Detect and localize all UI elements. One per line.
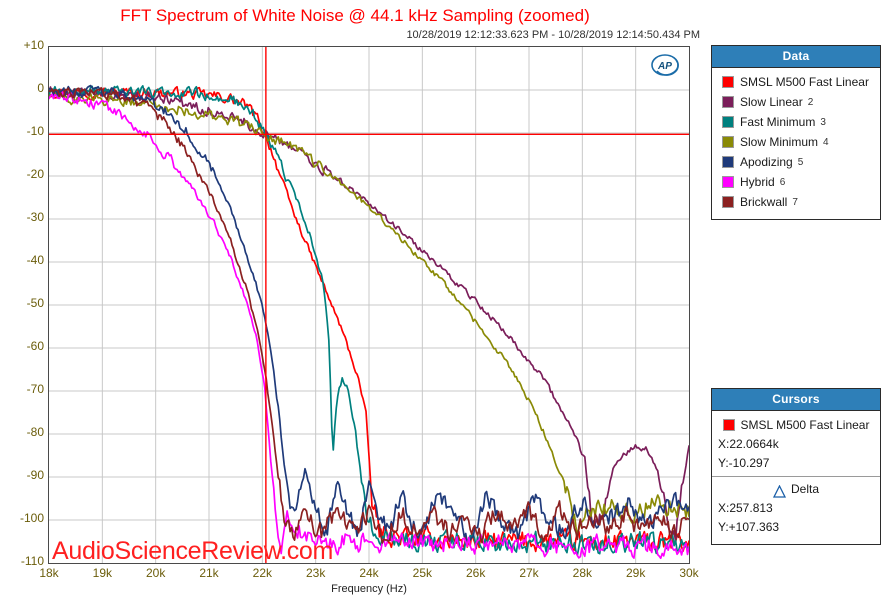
legend-list[interactable]: SMSL M500 Fast Linear Slow Linear 2 Fast Mi… [712, 68, 880, 217]
legend-color-swatch [722, 76, 734, 88]
chart-subtitle: 10/28/2019 12:12:33.623 PM - 10/28/2019 … [406, 29, 700, 41]
x-axis-title: Frequency (Hz) [331, 583, 407, 595]
x-tick-label: 27k [519, 566, 539, 580]
legend-item-number: 3 [820, 116, 826, 128]
legend-item-number: 7 [792, 196, 798, 208]
x-tick-label: 30k [679, 566, 699, 580]
y-axis-ticks: +10 0 -10 -20 -30 -40 -50 -60 -70 -80 -90 -100 -110 [0, 0, 44, 600]
legend-item-5[interactable]: Hybrid 6 [712, 172, 880, 192]
cursors-body: SMSL M500 Fast Linear X:22.0664k Y:-10.2… [712, 411, 880, 542]
chart-title: FFT Spectrum of White Noise @ 44.1 kHz S… [120, 6, 590, 25]
cursor-y-value: Y:-10.297 [718, 456, 770, 470]
legend-item-number: 5 [797, 156, 804, 168]
plot-area[interactable] [48, 46, 690, 564]
legend-item-6[interactable]: Brickwall 7 [712, 192, 880, 212]
legend-color-swatch [722, 196, 734, 208]
y-tick-label: 0 [37, 81, 44, 95]
x-tick-label: 28k [572, 566, 592, 580]
legend-color-swatch [722, 136, 734, 148]
legend-item-label: Hybrid [740, 175, 775, 189]
y-tick-label: +10 [23, 38, 44, 52]
legend-item-label: Slow Linear [740, 95, 803, 109]
x-tick-label: 22k [252, 566, 272, 580]
x-tick-label: 26k [465, 566, 486, 580]
legend-item-1[interactable]: Slow Linear 2 [712, 92, 880, 112]
legend-item-0[interactable]: SMSL M500 Fast Linear [712, 72, 880, 92]
x-tick-label: 24k [359, 566, 379, 580]
y-tick-label: -10 [26, 124, 44, 138]
x-tick-label: 18k [39, 566, 59, 580]
y-tick-label: -90 [26, 468, 44, 482]
legend-item-number: 2 [807, 96, 814, 108]
y-tick-label: -60 [26, 339, 44, 353]
x-tick-label: 20k [145, 566, 166, 580]
y-tick-label: -50 [26, 296, 44, 310]
svg-text:AP: AP [657, 61, 672, 72]
legend-item-3[interactable]: Slow Minimum 4 [712, 132, 880, 152]
cursor-trace-label: SMSL M500 Fast Linear [740, 418, 870, 432]
legend-item-4[interactable]: Apodizing 5 [712, 152, 880, 172]
legend-header: Data [712, 46, 880, 68]
x-tick-label: 19k [92, 566, 112, 580]
legend-item-label: Fast Minimum [740, 115, 816, 129]
chart-root: FFT Spectrum of White Noise @ 44.1 kHz S… [0, 0, 882, 600]
legend-color-swatch [722, 116, 734, 128]
cursors-panel[interactable]: Cursors SMSL M500 Fast Linear X:22.0664k… [711, 388, 881, 545]
legend-panel[interactable]: Data SMSL M500 Fast Linear Slow Linear 2 Fa… [711, 45, 881, 220]
cursor-color-swatch [722, 419, 735, 431]
delta-row: Delta [712, 479, 880, 499]
delta-label: Delta [790, 482, 819, 496]
delta-triangle-icon [772, 484, 787, 498]
x-tick-label: 23k [305, 566, 326, 580]
y-tick-label: -80 [26, 425, 44, 439]
legend-color-swatch [722, 176, 734, 188]
legend-item-number: 4 [823, 136, 829, 148]
cursor-trace-row: SMSL M500 Fast Linear [712, 415, 880, 435]
legend-item-label: Apodizing [740, 155, 793, 169]
audio-precision-logo: AP [651, 54, 679, 76]
x-tick-label: 25k [412, 566, 432, 580]
delta-x-value: X:257.813 [718, 501, 773, 515]
cursor-x-value: X:22.0664k [718, 437, 779, 451]
y-tick-label: -40 [26, 253, 44, 267]
y-tick-label: -30 [26, 210, 44, 224]
y-tick-label: -70 [26, 382, 44, 396]
x-tick-label: 29k [625, 566, 646, 580]
legend-item-2[interactable]: Fast Minimum 3 [712, 112, 880, 132]
legend-color-swatch [722, 96, 734, 108]
cursors-header: Cursors [712, 389, 880, 411]
legend-color-swatch [722, 156, 734, 168]
y-tick-label: -100 [19, 511, 44, 525]
cursors-divider [712, 476, 880, 477]
legend-item-number: 6 [779, 176, 786, 188]
y-tick-label: -20 [26, 167, 44, 181]
legend-item-label: Brickwall [740, 195, 788, 209]
legend-item-label: Slow Minimum [740, 135, 819, 149]
legend-item-label: SMSL M500 Fast Linear [740, 75, 869, 89]
delta-y-value: Y:+107.363 [718, 520, 780, 534]
x-tick-label: 21k [199, 566, 219, 580]
watermark: AudioScienceReview.com [52, 537, 334, 565]
spectrum-plot [49, 47, 689, 563]
